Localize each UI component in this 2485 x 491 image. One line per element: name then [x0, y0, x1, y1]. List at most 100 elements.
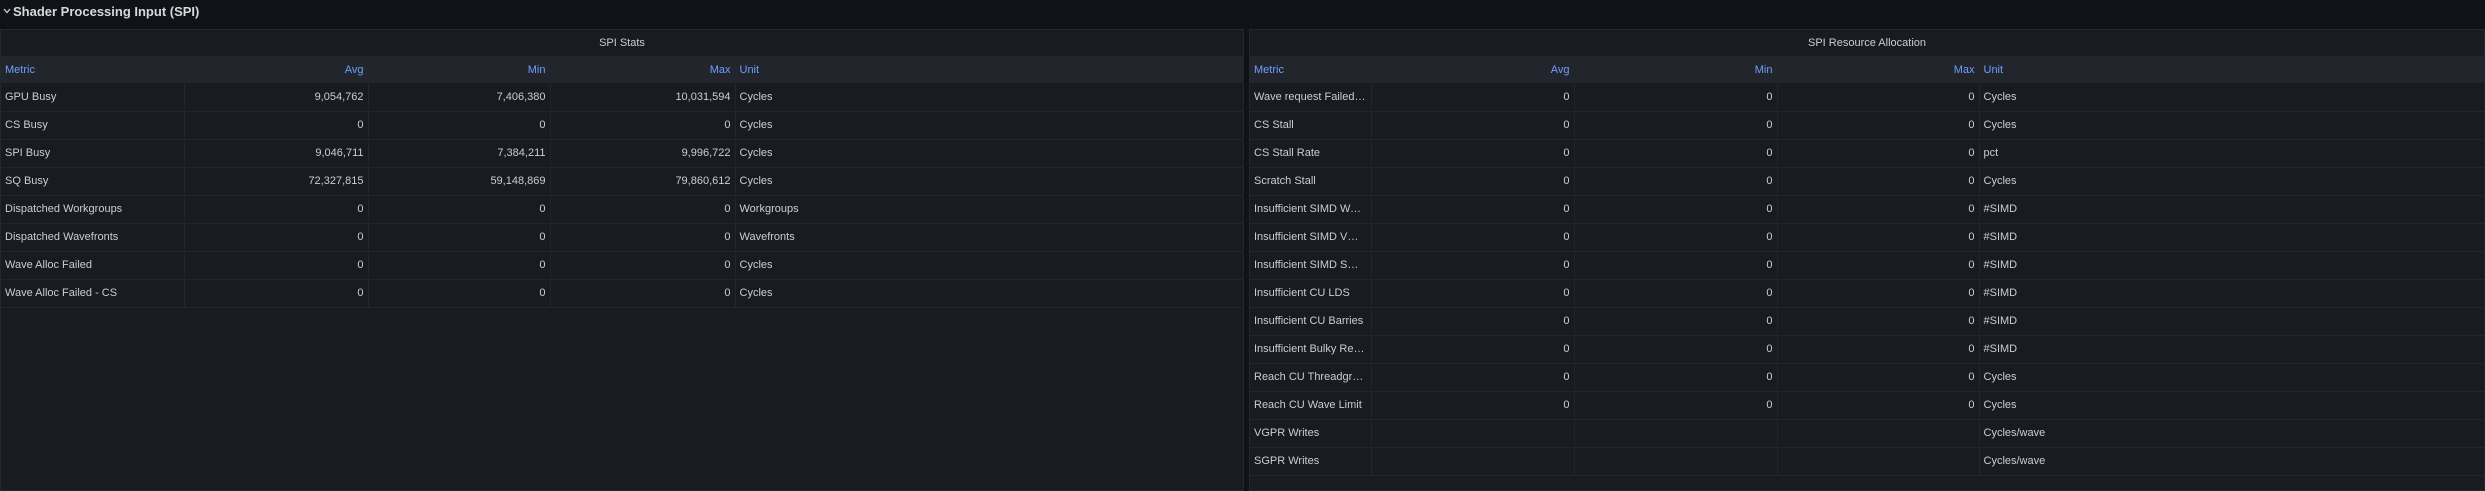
table-row: SQ Busy 72,327,815 59,148,869 79,860,612 Cyc…	[1, 167, 1244, 196]
cell-unit: Cycles	[1979, 111, 2485, 140]
cell-unit: Cycles/wave	[1979, 419, 2485, 448]
table-row: VGPR Writes Cycles/wave	[1250, 419, 2485, 448]
cell-min: 0	[368, 251, 551, 280]
cell-min: 0	[368, 195, 551, 224]
panel-title[interactable]: SPI Resource Allocation	[1250, 30, 2484, 56]
cell-max: 0	[550, 223, 736, 252]
column-header-metric[interactable]: Metric	[1250, 56, 1372, 83]
cell-metric: Insufficient CU Barries	[1250, 307, 1372, 336]
cell-avg: 0	[1371, 111, 1575, 140]
cell-metric: Reach CU Threadgroups Limit	[1250, 363, 1372, 392]
cell-metric: CS Busy	[1, 111, 185, 140]
cell-avg: 0	[1371, 335, 1575, 364]
cell-metric: Wave Alloc Failed - CS	[1, 279, 185, 308]
cell-min: 0	[1574, 251, 1778, 280]
cell-min	[1574, 419, 1778, 448]
cell-avg: 0	[184, 223, 369, 252]
cell-max: 0	[1777, 195, 1980, 224]
table-row: Wave Alloc Failed 0 0 0 Cycles	[1, 251, 1244, 280]
table-row: SPI Busy 9,046,711 7,384,211 9,996,722 Cycle…	[1, 139, 1244, 168]
cell-max: 0	[1777, 363, 1980, 392]
cell-metric: Insufficient CU LDS	[1250, 279, 1372, 308]
cell-max: 10,031,594	[550, 83, 736, 112]
cell-max: 0	[1777, 111, 1980, 140]
cell-avg: 0	[1371, 307, 1575, 336]
cell-avg: 0	[184, 195, 369, 224]
cell-metric: Dispatched Workgroups	[1, 195, 185, 224]
cell-unit: Cycles	[1979, 167, 2485, 196]
cell-min: 7,384,211	[368, 139, 551, 168]
cell-min: 0	[368, 111, 551, 140]
row-header: Shader Processing Input (SPI)	[0, 0, 2485, 22]
table-row: Reach CU Wave Limit 0 0 0 Cycles	[1250, 391, 2485, 420]
cell-avg: 9,046,711	[184, 139, 369, 168]
cell-min: 0	[1574, 363, 1778, 392]
column-header-min[interactable]: Min	[368, 56, 551, 83]
cell-avg: 9,054,762	[184, 83, 369, 112]
cell-max: 0	[1777, 139, 1980, 168]
cell-metric: CS Stall Rate	[1250, 139, 1372, 168]
column-header-metric[interactable]: Metric	[1, 56, 185, 83]
cell-max: 0	[1777, 167, 1980, 196]
table-row: Wave Alloc Failed - CS 0 0 0 Cycles	[1, 279, 1244, 308]
cell-unit: Cycles	[735, 111, 1244, 140]
table-row: CS Stall Rate 0 0 0 pct	[1250, 139, 2485, 168]
cell-max: 0	[1777, 279, 1980, 308]
cell-avg: 0	[1371, 139, 1575, 168]
table-row: Insufficient Bulky Resource000#SIMD	[1250, 335, 2485, 364]
cell-metric: Wave Alloc Failed	[1, 251, 185, 280]
table-row: Reach CU Threadgroups Limit000Cycles	[1250, 363, 2485, 392]
cell-metric: Insufficient SIMD Waveslots	[1250, 195, 1372, 224]
cell-avg: 0	[184, 279, 369, 308]
column-header-max[interactable]: Max	[1777, 56, 1980, 83]
cell-avg	[1371, 447, 1575, 476]
cell-unit: #SIMD	[1979, 279, 2485, 308]
spi-resource-allocation-table: Metric Avg Min Max Unit Wave request Failed …	[1250, 56, 2485, 476]
table-row: SGPR Writes Cycles/wave	[1250, 447, 2485, 476]
spi-stats-panel: SPI Stats Metric Avg Min Max Unit GPU Busy 9,…	[0, 29, 1244, 491]
table-header-row: Metric Avg Min Max Unit	[1, 56, 1244, 83]
cell-metric: Insufficient SIMD SGPRs	[1250, 251, 1372, 280]
cell-avg: 0	[1371, 363, 1575, 392]
cell-metric: SQ Busy	[1, 167, 185, 196]
cell-metric: SPI Busy	[1, 139, 185, 168]
cell-max: 0	[1777, 391, 1980, 420]
cell-unit: Cycles/wave	[1979, 447, 2485, 476]
table-row: Insufficient CU Barries 0 0 0 #SIMD	[1250, 307, 2485, 336]
column-header-avg[interactable]: Avg	[184, 56, 369, 83]
cell-unit: Cycles	[735, 251, 1244, 280]
cell-min: 0	[1574, 83, 1778, 112]
column-header-min[interactable]: Min	[1574, 56, 1778, 83]
cell-avg: 0	[1371, 223, 1575, 252]
cell-unit: pct	[1979, 139, 2485, 168]
column-header-unit[interactable]: Unit	[735, 56, 1244, 83]
spi-stats-table: Metric Avg Min Max Unit GPU Busy 9,054,762 7,4…	[1, 56, 1244, 308]
cell-avg: 72,327,815	[184, 167, 369, 196]
cell-min: 0	[368, 279, 551, 308]
cell-min: 7,406,380	[368, 83, 551, 112]
column-header-unit[interactable]: Unit	[1979, 56, 2485, 83]
cell-min: 0	[1574, 223, 1778, 252]
table-row: Insufficient SIMD SGPRs 0 0 0 #SIMD	[1250, 251, 2485, 280]
cell-min: 0	[1574, 391, 1778, 420]
table-row: CS Stall 0 0 0 Cycles	[1250, 111, 2485, 140]
cell-metric: Scratch Stall	[1250, 167, 1372, 196]
cell-avg: 0	[1371, 195, 1575, 224]
cell-max: 0	[1777, 251, 1980, 280]
cell-avg	[1371, 419, 1575, 448]
cell-metric: Reach CU Wave Limit	[1250, 391, 1372, 420]
cell-min: 0	[1574, 139, 1778, 168]
column-header-max[interactable]: Max	[550, 56, 736, 83]
cell-metric: Insufficient SIMD VGPRs	[1250, 223, 1372, 252]
cell-unit: Cycles	[735, 83, 1244, 112]
cell-max: 0	[550, 279, 736, 308]
cell-min: 0	[1574, 195, 1778, 224]
cell-metric: Wave request Failed (CS)	[1250, 83, 1372, 112]
chevron-down-icon[interactable]	[2, 0, 12, 22]
cell-max: 0	[550, 251, 736, 280]
cell-max	[1777, 447, 1980, 476]
panel-title[interactable]: SPI Stats	[1, 30, 1243, 56]
row-title[interactable]: Shader Processing Input (SPI)	[13, 4, 199, 19]
cell-min: 0	[1574, 307, 1778, 336]
column-header-avg[interactable]: Avg	[1371, 56, 1575, 83]
